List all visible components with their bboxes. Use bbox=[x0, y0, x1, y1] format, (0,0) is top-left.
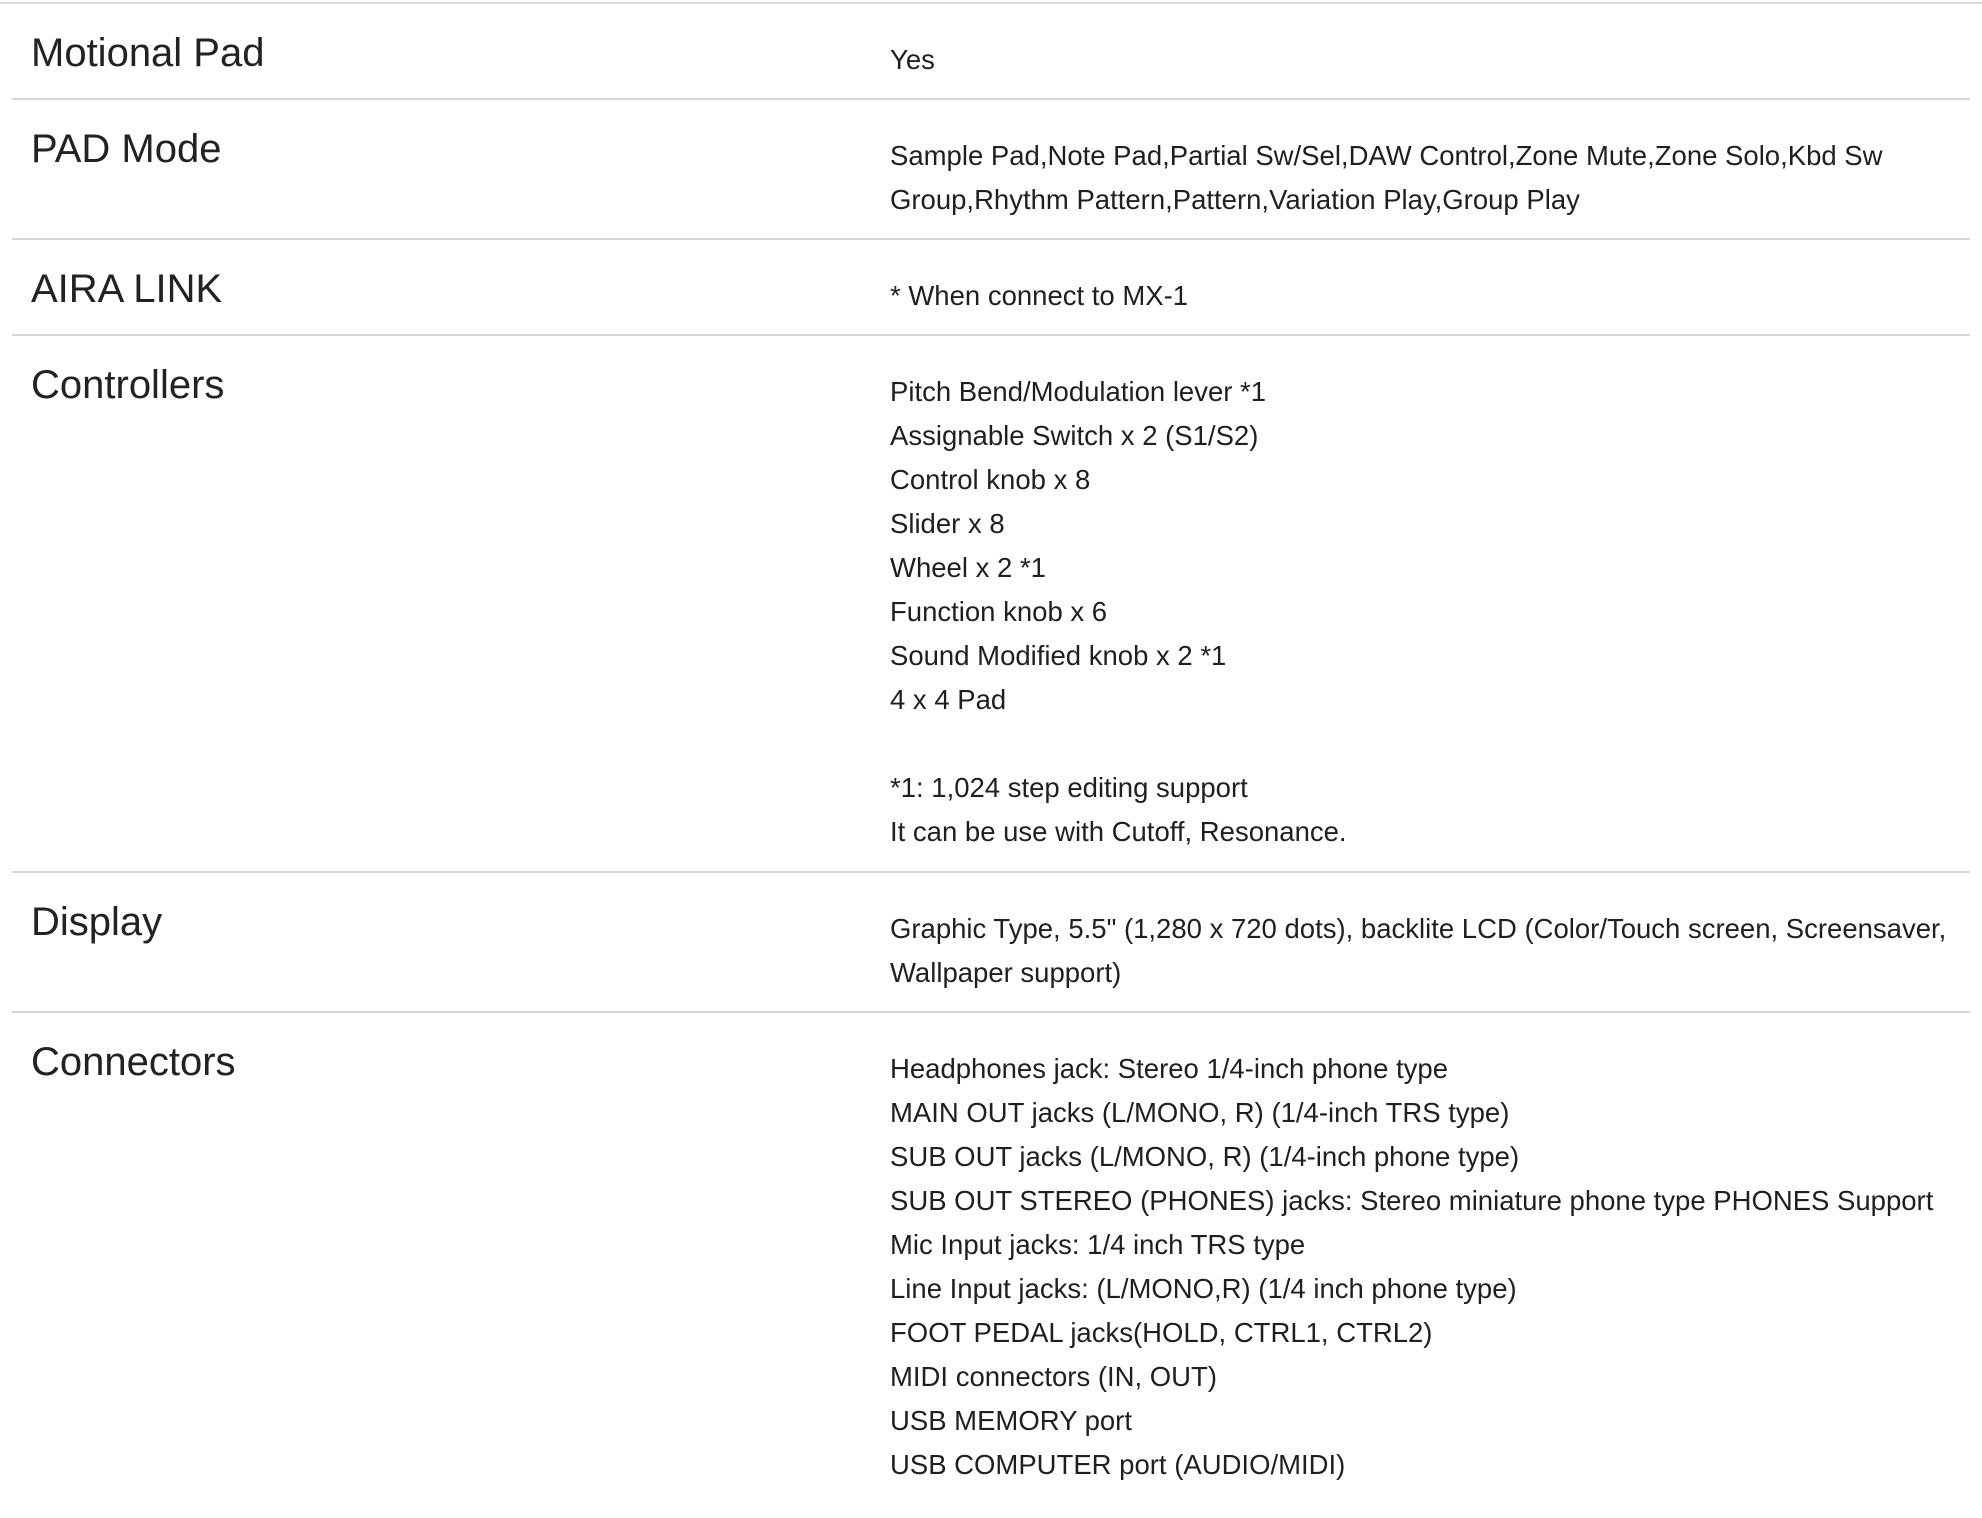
spec-label: PAD Mode bbox=[31, 127, 222, 171]
spec-value-line: MIDI connectors (IN, OUT) bbox=[890, 1361, 1217, 1392]
spec-value-line: FOOT PEDAL jacks(HOLD, CTRL1, CTRL2) bbox=[890, 1317, 1433, 1348]
spec-value-line: Graphic Type, 5.5" (1,280 x 720 dots), b… bbox=[890, 913, 1954, 988]
spec-table: Motional Pad Yes PAD Mode Sample Pad,Not… bbox=[12, 4, 1970, 1518]
spec-value-line: Yes bbox=[890, 44, 935, 75]
spec-label: AIRA LINK bbox=[31, 267, 223, 311]
spec-value: Headphones jack: Stereo 1/4-inch phone t… bbox=[890, 1013, 1970, 1518]
spec-value: Sample Pad,Note Pad,Partial Sw/Sel,DAW C… bbox=[890, 100, 1970, 238]
spec-value-line: It can be use with Cutoff, Resonance. bbox=[890, 816, 1347, 847]
spec-value-spacer bbox=[890, 722, 1950, 766]
spec-label: Controllers bbox=[31, 363, 225, 407]
spec-value-line: * When connect to MX-1 bbox=[890, 280, 1189, 311]
spec-value-line: Pitch Bend/Modulation lever *1 bbox=[890, 376, 1267, 407]
spec-value-line: *1: 1,024 step editing support bbox=[890, 772, 1248, 803]
spec-value-line: Headphones jack: Stereo 1/4-inch phone t… bbox=[890, 1053, 1449, 1084]
spec-row-display: Display Graphic Type, 5.5" (1,280 x 720 … bbox=[12, 873, 1970, 1013]
spec-value-line: SUB OUT STEREO (PHONES) jacks: Stereo mi… bbox=[890, 1185, 1934, 1216]
spec-value-line: Mic Input jacks: 1/4 inch TRS type bbox=[890, 1229, 1306, 1260]
spec-value-line: Wheel x 2 *1 bbox=[890, 552, 1046, 583]
spec-value-line: USB MEMORY port bbox=[890, 1405, 1132, 1436]
spec-value-line: Slider x 8 bbox=[890, 508, 1005, 539]
spec-value: Yes bbox=[890, 4, 1970, 98]
spec-row-aira-link: AIRA LINK * When connect to MX-1 bbox=[12, 240, 1970, 336]
spec-value-line: Control knob x 8 bbox=[890, 464, 1091, 495]
spec-value: * When connect to MX-1 bbox=[890, 240, 1970, 334]
spec-value: Pitch Bend/Modulation lever *1 Assignabl… bbox=[890, 336, 1970, 871]
spec-value: Graphic Type, 5.5" (1,280 x 720 dots), b… bbox=[890, 873, 1970, 1011]
spec-row-controllers: Controllers Pitch Bend/Modulation lever … bbox=[12, 336, 1970, 873]
spec-value-line: Line Input jacks: (L/MONO,R) (1/4 inch p… bbox=[890, 1273, 1517, 1304]
spec-label: Connectors bbox=[31, 1040, 236, 1084]
spec-row-connectors: Connectors Headphones jack: Stereo 1/4-i… bbox=[12, 1013, 1970, 1518]
spec-value-line: 4 x 4 Pad bbox=[890, 684, 1007, 715]
spec-label: Display bbox=[31, 900, 163, 944]
spec-row-motional-pad: Motional Pad Yes bbox=[12, 4, 1970, 100]
spec-value-line: MAIN OUT jacks (L/MONO, R) (1/4-inch TRS… bbox=[890, 1097, 1510, 1128]
spec-value-line: Assignable Switch x 2 (S1/S2) bbox=[890, 420, 1259, 451]
spec-value-line: USB COMPUTER port (AUDIO/MIDI) bbox=[890, 1449, 1346, 1480]
spec-value-line: Sound Modified knob x 2 *1 bbox=[890, 640, 1227, 671]
spec-value-line: Function knob x 6 bbox=[890, 596, 1108, 627]
spec-value-line: Sample Pad,Note Pad,Partial Sw/Sel,DAW C… bbox=[890, 140, 1891, 215]
spec-label: Motional Pad bbox=[31, 31, 265, 75]
spec-row-pad-mode: PAD Mode Sample Pad,Note Pad,Partial Sw/… bbox=[12, 100, 1970, 240]
spec-value-line: SUB OUT jacks (L/MONO, R) (1/4-inch phon… bbox=[890, 1141, 1520, 1172]
